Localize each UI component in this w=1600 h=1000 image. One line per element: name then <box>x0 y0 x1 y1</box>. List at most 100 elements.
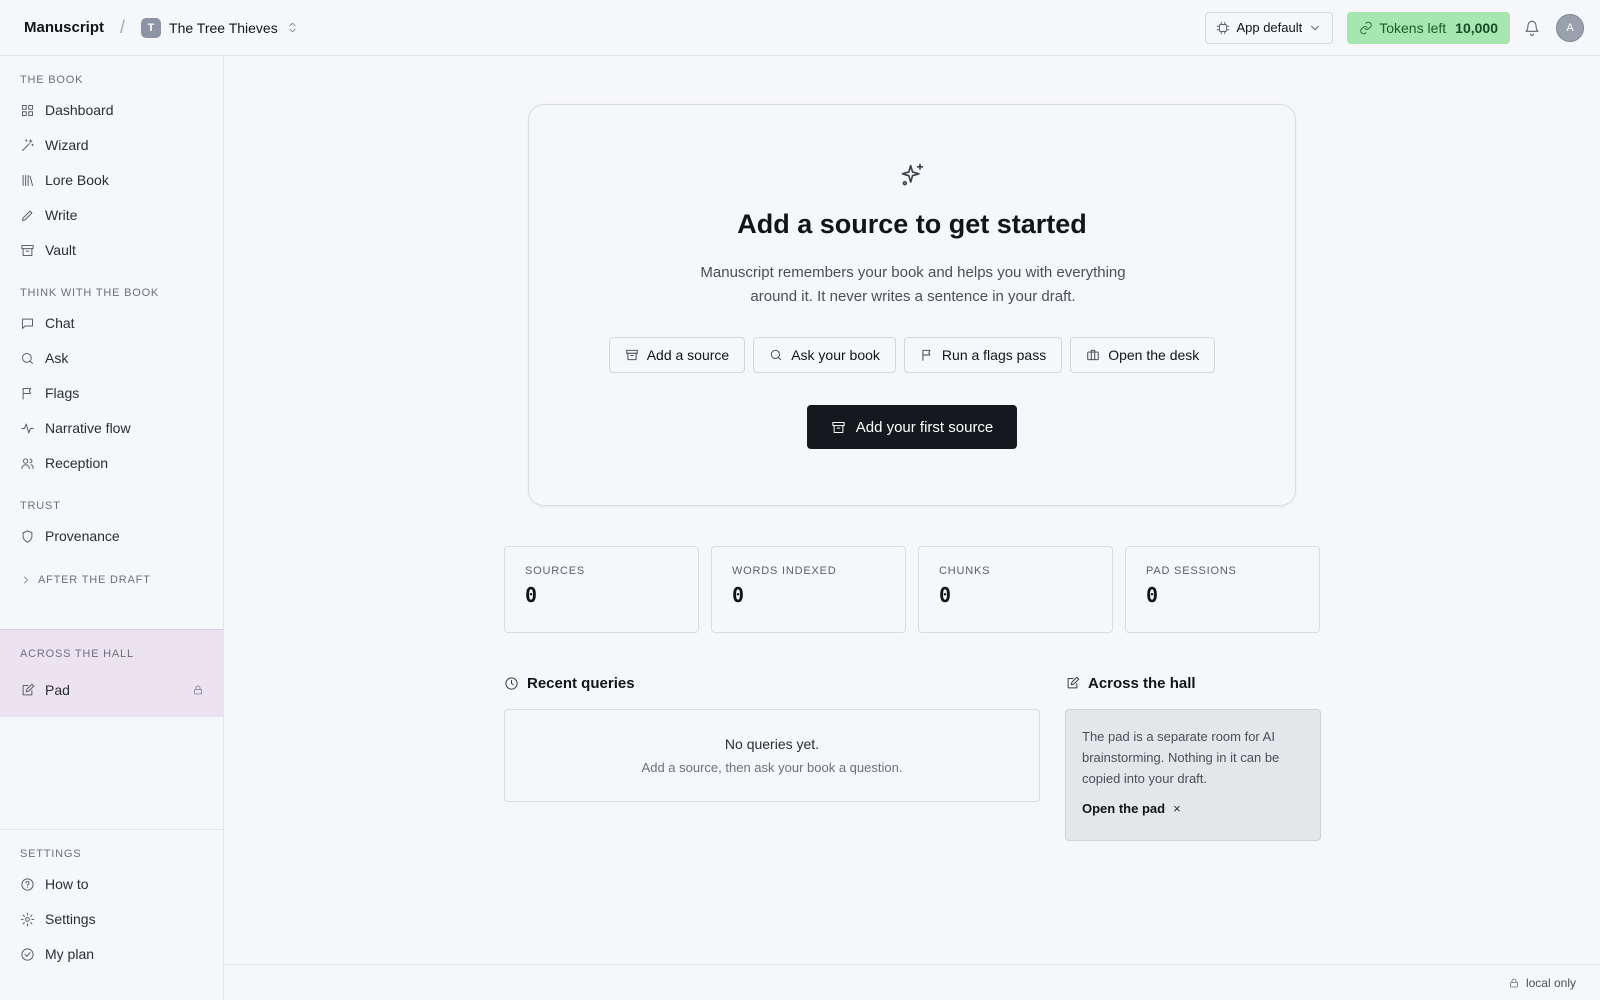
tokens-value: 10,000 <box>1455 19 1498 36</box>
stat-chunks: CHUNKS 0 <box>918 546 1113 633</box>
sidebar-item-label: Wizard <box>45 137 89 153</box>
queries-empty-text: No queries yet. <box>724 736 820 752</box>
top-bar: Manuscript / T The Tree Thieves App defa… <box>0 0 1600 56</box>
sidebar-item-label: Vault <box>45 242 76 258</box>
sidebar-item-chat[interactable]: Chat <box>20 313 75 333</box>
stat-value: 0 <box>939 583 952 607</box>
across-hall-title: Across the hall <box>1088 675 1196 692</box>
sidebar-item-my-plan[interactable]: My plan <box>20 944 94 964</box>
sidebar-item-vault[interactable]: Vault <box>20 240 76 260</box>
lock-icon <box>192 684 204 696</box>
sidebar-item-label: Flags <box>45 385 80 401</box>
sidebar-item-label: Pad <box>45 682 70 698</box>
sidebar-item-ask[interactable]: Ask <box>20 348 68 368</box>
stat-label: PAD SESSIONS <box>1146 565 1237 577</box>
sidebar-section-book: THE BOOK <box>20 74 84 86</box>
sparkles-icon <box>899 161 927 189</box>
user-avatar[interactable]: A <box>1556 13 1584 42</box>
get-started-title: Add a source to get started <box>737 209 1087 239</box>
open-pad-link[interactable]: Open the pad × <box>1082 801 1304 816</box>
sidebar-hall-section: ACROSS THE HALL Pad <box>0 629 223 717</box>
search-icon <box>20 351 35 366</box>
chevrons-up-down-icon[interactable] <box>286 21 299 34</box>
bell-icon[interactable] <box>1524 20 1540 36</box>
add-source-label: Add a source <box>646 347 730 363</box>
search-icon <box>769 348 783 362</box>
shield-icon <box>20 529 35 544</box>
edit-note-icon <box>20 683 35 698</box>
magic-wand-icon <box>20 138 35 153</box>
sidebar-section-after-draft-toggle[interactable]: AFTER THE DRAFT <box>20 574 151 586</box>
library-icon <box>20 173 35 188</box>
sidebar-item-label: Settings <box>45 911 96 927</box>
flags-pass-label: Run a flags pass <box>941 347 1047 363</box>
sidebar-item-label: Ask <box>45 350 69 366</box>
sidebar-item-pad[interactable]: Pad <box>20 680 70 700</box>
archive-icon <box>625 348 639 362</box>
sidebar-item-label: Provenance <box>45 528 120 544</box>
across-hall-text: The pad is a separate room for AI brains… <box>1082 729 1280 786</box>
add-first-source-button[interactable]: Add your first source <box>807 405 1017 449</box>
flags-pass-button[interactable]: Run a flags pass <box>903 337 1063 373</box>
sidebar-section-think: THINK WITH THE BOOK <box>20 287 160 299</box>
sidebar-item-flags[interactable]: Flags <box>20 383 79 403</box>
add-source-button[interactable]: Add a source <box>608 337 746 373</box>
briefcase-icon <box>1086 348 1100 362</box>
chevron-down-icon <box>1308 21 1322 35</box>
sidebar-item-reception[interactable]: Reception <box>20 453 108 473</box>
sidebar-item-label: Write <box>45 207 78 223</box>
ask-book-button[interactable]: Ask your book <box>753 337 896 373</box>
open-desk-button[interactable]: Open the desk <box>1070 337 1216 373</box>
project-name[interactable]: The Tree Thieves <box>169 20 278 36</box>
sidebar-section-settings: SETTINGS <box>20 848 82 860</box>
tokens-badge[interactable]: Tokens left 10,000 <box>1347 11 1510 44</box>
local-only-status: local only <box>1525 975 1576 990</box>
sidebar-section-hall: ACROSS THE HALL <box>20 648 134 660</box>
pencil-icon <box>20 208 35 223</box>
status-footer: local only <box>224 964 1600 1000</box>
sidebar-item-wizard[interactable]: Wizard <box>20 135 89 155</box>
sidebar-item-narrative-flow[interactable]: Narrative flow <box>20 418 131 438</box>
chevron-right-icon <box>20 574 32 586</box>
edit-note-icon <box>1065 676 1080 691</box>
top-bar-actions: App default Tokens left 10,000 A <box>1205 11 1584 44</box>
stat-label: WORDS INDEXED <box>732 565 837 577</box>
add-first-source-label: Add your first source <box>855 418 994 436</box>
project-avatar: T <box>141 17 162 38</box>
model-select-button[interactable]: App default <box>1205 11 1334 44</box>
message-square-icon <box>20 316 35 331</box>
stat-value: 0 <box>1146 583 1159 607</box>
stat-label: SOURCES <box>525 565 585 577</box>
quick-actions: Add a source Ask your book Run a flags p… <box>529 337 1295 373</box>
archive-icon <box>20 243 35 258</box>
stat-value: 0 <box>732 583 745 607</box>
sidebar-item-dashboard[interactable]: Dashboard <box>20 100 114 120</box>
sidebar-item-label: Lore Book <box>45 172 109 188</box>
model-select-label: App default <box>1236 20 1303 35</box>
sidebar-section-after-draft: AFTER THE DRAFT <box>38 574 151 586</box>
grid-icon <box>20 103 35 118</box>
sidebar-item-label: Chat <box>45 315 75 331</box>
cpu-icon <box>1216 21 1230 35</box>
open-pad-label: Open the pad <box>1082 801 1166 816</box>
close-icon[interactable]: × <box>1173 801 1181 816</box>
sidebar-divider <box>0 829 223 830</box>
stat-words-indexed: WORDS INDEXED 0 <box>711 546 906 633</box>
get-started-subtitle: Manuscript remembers your book and helps… <box>700 264 1126 305</box>
sidebar-item-settings[interactable]: Settings <box>20 909 96 929</box>
stat-pad-sessions: PAD SESSIONS 0 <box>1125 546 1320 633</box>
link-icon <box>1359 21 1373 35</box>
recent-queries-heading: Recent queries <box>504 675 635 692</box>
sidebar-item-write[interactable]: Write <box>20 205 77 225</box>
sidebar-section-trust: TRUST <box>20 500 61 512</box>
sidebar-item-how-to[interactable]: How to <box>20 874 89 894</box>
sidebar-item-lore-book[interactable]: Lore Book <box>20 170 109 190</box>
breadcrumb-separator: / <box>120 17 126 37</box>
archive-icon <box>831 420 846 435</box>
open-desk-label: Open the desk <box>1108 347 1200 363</box>
sidebar-item-provenance[interactable]: Provenance <box>20 526 120 546</box>
lock-icon <box>1508 977 1520 989</box>
recent-queries-title: Recent queries <box>527 675 635 692</box>
app-brand[interactable]: Manuscript <box>24 19 104 36</box>
clock-icon <box>504 676 519 691</box>
